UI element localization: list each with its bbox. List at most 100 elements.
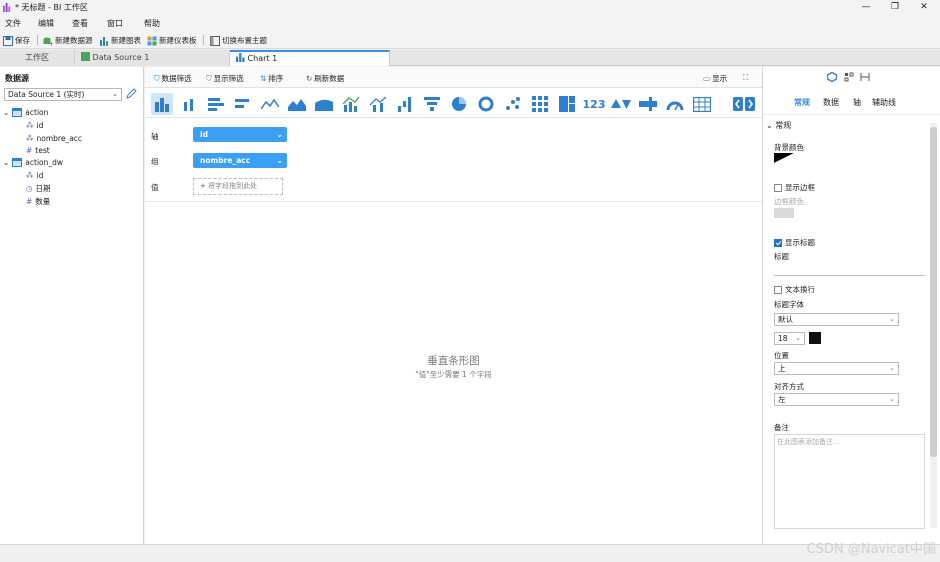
menu-file[interactable]: 文件 [5, 18, 21, 29]
section-general[interactable]: ⌄ 常规 [766, 120, 791, 131]
tab-axis[interactable]: 轴 [853, 97, 861, 108]
number-kpi-icon[interactable]: 123 [583, 93, 606, 115]
dimension-field-icon: ⁂ [26, 121, 34, 130]
gauge-chart-icon[interactable] [664, 93, 686, 115]
divider [145, 201, 762, 202]
show-title-checkbox[interactable]: 显示标题 [774, 237, 815, 248]
font-color-swatch[interactable] [809, 332, 821, 344]
tab-workspace[interactable]: 工作区 [0, 50, 75, 66]
new-dashboard-icon [147, 36, 157, 45]
treemap-chart-icon[interactable] [556, 93, 578, 115]
panel-header: 数据源 [5, 74, 29, 83]
chart-placeholder-title: 垂直条形图 [427, 355, 480, 367]
align-select[interactable]: 左 ⌄ [774, 393, 899, 406]
tab-data-source[interactable]: Data Source 1 [75, 50, 230, 66]
title-font-select[interactable]: 默认 ⌄ [774, 313, 899, 326]
funnel-chart-icon[interactable] [421, 93, 443, 115]
chart-properties-icon[interactable] [827, 72, 837, 82]
datasource-panel: 数据源 Data Source 1 (实时) ⌄ ⌄ action ⁂ id ⁂ no… [0, 67, 144, 544]
line-chart-icon[interactable] [259, 93, 281, 115]
scatter-chart-icon[interactable] [502, 93, 524, 115]
new-chart-button[interactable]: 新建图表 [99, 35, 141, 46]
value-drop-zone[interactable]: + 将字段拖到此处 [193, 178, 283, 195]
menu-help[interactable]: 帮助 [144, 18, 160, 29]
trend-indicator-icon[interactable] [610, 93, 632, 115]
wrap-text-checkbox[interactable]: 文本换行 [774, 284, 815, 295]
tab-guides[interactable]: 辅助线 [872, 97, 896, 108]
new-dashboard-label: 新建仪表板 [159, 36, 197, 45]
new-datasource-button[interactable]: + 新建数据源 [43, 35, 93, 46]
field-node[interactable]: ⁂ id [26, 121, 43, 130]
donut-chart-icon[interactable] [475, 93, 497, 115]
table-icon [12, 108, 23, 117]
chevron-down-icon: ⌄ [889, 364, 895, 372]
minimize-button[interactable]: — [856, 1, 876, 14]
pie-chart-icon[interactable] [448, 93, 470, 115]
tab-chart[interactable]: Chart 1 [230, 50, 390, 66]
field-node[interactable]: # test [26, 146, 50, 155]
bg-color-swatch[interactable] [774, 153, 794, 163]
checkbox-box [774, 184, 782, 192]
sort-button[interactable]: ⇅ 排序 [260, 73, 283, 84]
menu-edit[interactable]: 编辑 [38, 18, 54, 29]
line-combo-icon[interactable] [367, 93, 389, 115]
chart-type-scroll[interactable] [733, 93, 755, 115]
layout-properties-icon[interactable] [844, 72, 854, 82]
bg-color-label: 背景颜色 [774, 143, 804, 152]
bar-line-combo-icon[interactable] [340, 93, 362, 115]
fullscreen-icon[interactable]: ⛶ [743, 73, 748, 83]
field-node[interactable]: ⁂ nombre_acc [26, 134, 82, 143]
close-button[interactable]: ✕ [914, 1, 934, 14]
size-properties-icon[interactable] [860, 72, 870, 82]
axis-field-pill[interactable]: id ⌄ [193, 127, 287, 142]
maximize-button[interactable]: ❐ [885, 1, 905, 14]
show-border-checkbox[interactable]: 显示边框 [774, 182, 815, 193]
notes-textarea[interactable]: 在此图表添加备注... [774, 434, 925, 529]
switch-theme-button[interactable]: 切换布置主题 [210, 35, 267, 46]
font-size-select[interactable]: 18 ⌄ [774, 332, 805, 345]
show-filter-button[interactable]: ⛉ 显示筛选 [206, 73, 244, 84]
datasource-select[interactable]: Data Source 1 (实时) ⌄ [4, 88, 122, 101]
bullet-chart-icon[interactable] [637, 93, 659, 115]
vertical-bar-chart-icon[interactable] [151, 93, 173, 115]
table-chart-icon[interactable] [691, 93, 713, 115]
display-button[interactable]: ▭ 显示 [703, 73, 727, 84]
field-node[interactable]: ◷ 日期 [26, 183, 51, 194]
new-dashboard-button[interactable]: 新建仪表板 [147, 35, 197, 46]
field-node[interactable]: # 数量 [26, 196, 50, 207]
waterfall-chart-icon[interactable] [394, 93, 416, 115]
field-node[interactable]: ⁂ id [26, 171, 43, 180]
data-filter-button[interactable]: ⛉ 数据筛选 [154, 73, 192, 84]
toolbar-divider [203, 35, 204, 45]
refresh-icon: ↻ [306, 74, 313, 83]
save-button[interactable]: 保存 [3, 35, 30, 46]
title-input[interactable] [774, 263, 925, 276]
position-value: 上 [778, 364, 786, 373]
tab-data[interactable]: 数据 [823, 97, 839, 108]
table-node-action[interactable]: ⌄ action [3, 108, 48, 117]
chevron-down-icon: ⌄ [276, 130, 283, 139]
title-bar: * 无标题 - BI 工作区 — ❐ ✕ [0, 0, 940, 15]
menu-view[interactable]: 查看 [72, 18, 88, 29]
pencil-icon[interactable] [125, 88, 137, 100]
refresh-button[interactable]: ↻ 刷新数据 [306, 73, 344, 84]
new-chart-icon [100, 36, 108, 46]
position-select[interactable]: 上 ⌄ [774, 362, 899, 375]
menu-window[interactable]: 窗口 [107, 18, 123, 29]
table-node-action-dw[interactable]: ⌄ action_dw [3, 158, 63, 167]
heatmap-chart-icon[interactable] [529, 93, 551, 115]
dimension-field-icon: ⁂ [26, 134, 34, 143]
chevron-down-icon: ⌄ [766, 121, 776, 130]
stacked-bar-chart-icon[interactable] [178, 93, 200, 115]
align-value: 左 [778, 395, 786, 404]
stacked-horizontal-bar-icon[interactable] [232, 93, 254, 115]
notes-label: 备注 [774, 423, 789, 432]
group-field-pill[interactable]: nombre_acc ⌄ [193, 153, 287, 168]
main-toolbar: 保存 + 新建数据源 新建图表 新建仪表板 切换布置主题 [0, 31, 940, 49]
stacked-area-chart-icon[interactable] [313, 93, 335, 115]
area-chart-icon[interactable] [286, 93, 308, 115]
panel-scrollbar-thumb[interactable] [930, 127, 937, 457]
horizontal-bar-chart-icon[interactable] [205, 93, 227, 115]
datasource-icon [81, 52, 90, 61]
tab-general[interactable]: 常规 [794, 97, 810, 108]
